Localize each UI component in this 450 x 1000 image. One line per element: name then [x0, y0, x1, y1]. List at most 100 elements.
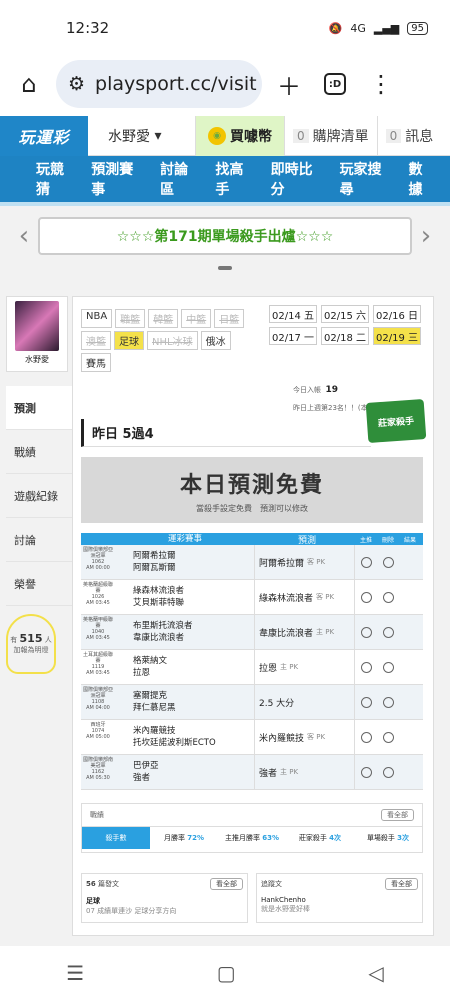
today-value: 19: [325, 385, 338, 395]
table-body: 國際俱樂部亞洲冠軍 1062 AM 00:00 阿爾希拉爾 阿爾瓦斯爾 阿爾希拉爾客 PK…: [81, 545, 423, 790]
post-count: 56: [86, 880, 96, 888]
date-tab[interactable]: 02/14 五: [269, 305, 317, 323]
sidebar-item-honor[interactable]: 榮譽: [6, 562, 72, 606]
see-all-button[interactable]: 看全部: [385, 878, 418, 890]
menu-icon[interactable]: ⋮: [362, 65, 400, 103]
nav-item[interactable]: 找高手: [215, 159, 256, 199]
next-arrow-icon[interactable]: ›: [412, 221, 440, 251]
league-tag[interactable]: 俄冰: [200, 331, 231, 350]
user-menu[interactable]: 水野愛 ▾: [88, 116, 196, 156]
prediction-type: 客 PK: [307, 733, 326, 741]
date-tab[interactable]: 02/18 二: [321, 327, 369, 345]
cart-label: 購牌清單: [312, 128, 369, 145]
prediction-pick: 強者: [259, 768, 278, 779]
prediction-cell[interactable]: 2.5 大分: [255, 685, 355, 719]
prediction-cell[interactable]: 米內羅競技客 PK: [255, 720, 355, 754]
site-settings-icon[interactable]: ⚙: [68, 73, 85, 95]
nav-item[interactable]: 玩競猜: [36, 159, 77, 199]
follow-item[interactable]: HankChenho 就是水野愛好棒: [261, 896, 418, 914]
main-push-radio[interactable]: [360, 626, 372, 638]
mute-icon: 🔕: [328, 21, 343, 35]
back-icon[interactable]: ◁: [368, 961, 383, 985]
league-tag[interactable]: 日籃: [214, 309, 245, 328]
match-teams: 米內羅競技 托坎廷諾波利斯ECTO: [115, 720, 255, 754]
match-teams: 塞爾提克 拜仁慕尼黑: [115, 685, 255, 719]
announcement-banner[interactable]: ☆☆☆第171期單場殺手出爐☆☆☆: [38, 217, 412, 255]
main-nav: 玩競猜 預測賽事 討論區 找高手 即時比分 玩家搜尋 數據: [0, 156, 450, 206]
sidebar-item-record[interactable]: 戰績: [6, 430, 72, 474]
rate-tab[interactable]: 主推月勝率 63%: [218, 833, 286, 843]
main-push-radio[interactable]: [360, 766, 372, 778]
rate-tab[interactable]: 單場殺手 3次: [354, 833, 422, 843]
recent-apps-icon[interactable]: ☰: [66, 961, 84, 985]
league-tag[interactable]: NHL冰球: [147, 331, 198, 350]
prediction-type: 主 PK: [316, 628, 335, 636]
home-button-icon[interactable]: ▢: [217, 961, 236, 985]
sidebar-item-predict[interactable]: 預測: [6, 386, 72, 430]
see-all-button[interactable]: 看全部: [210, 878, 243, 890]
main-push-radio[interactable]: [360, 696, 372, 708]
home-team: 格萊納文: [133, 656, 168, 666]
nav-item[interactable]: 預測賽事: [91, 159, 146, 199]
nav-item[interactable]: 討論區: [160, 159, 201, 199]
avatar: [15, 301, 59, 351]
delete-radio[interactable]: [382, 556, 394, 568]
sidebar-item-discuss[interactable]: 討論: [6, 518, 72, 562]
league-tag[interactable]: 中籃: [181, 309, 212, 328]
buy-coin-button[interactable]: ◉ 買噱幣: [196, 116, 284, 156]
main-push-radio[interactable]: [360, 591, 372, 603]
league-tag[interactable]: 職籃: [115, 309, 146, 328]
league-tag[interactable]: 澳籃: [81, 331, 111, 350]
delete-radio[interactable]: [382, 591, 394, 603]
nav-item[interactable]: 數據: [409, 159, 436, 199]
prediction-cell[interactable]: 強者主 PK: [255, 755, 355, 789]
bulb-box[interactable]: 有 515 人 加報為明燈: [6, 614, 56, 674]
main-push-radio[interactable]: [360, 556, 372, 568]
cart-count: 0: [293, 128, 309, 143]
prediction-cell[interactable]: 拉恩主 PK: [255, 650, 355, 684]
main-push-radio[interactable]: [360, 661, 372, 673]
see-all-button[interactable]: 看全部: [381, 809, 414, 821]
prediction-cell[interactable]: 阿爾希拉爾客 PK: [255, 545, 355, 579]
url-bar[interactable]: ⚙ playsport.cc/visit: [56, 60, 262, 108]
rate-tab[interactable]: 莊家殺手 4次: [286, 833, 354, 843]
record-header: 戰績 看全部: [82, 804, 422, 826]
table-row: 國際俱樂部亞洲冠軍 1062 AM 00:00 阿爾希拉爾 阿爾瓦斯爾 阿爾希拉爾客 PK: [81, 545, 423, 580]
bulb-text: 加報為明燈: [13, 645, 49, 654]
delete-radio[interactable]: [382, 696, 394, 708]
prev-arrow-icon[interactable]: ‹: [10, 221, 38, 251]
avatar-card[interactable]: 水野愛: [6, 296, 68, 372]
home-icon[interactable]: ⌂: [10, 65, 48, 103]
site-logo[interactable]: 玩運彩: [0, 116, 88, 156]
away-team: 韋康比流浪者: [133, 633, 185, 643]
sidebar-item-game-log[interactable]: 遊戲紀錄: [6, 474, 72, 518]
delete-radio[interactable]: [382, 766, 394, 778]
new-tab-icon[interactable]: ＋: [270, 65, 308, 103]
rate-tab[interactable]: 月勝率 72%: [150, 833, 218, 843]
league-tag[interactable]: NBA: [81, 309, 113, 328]
prediction-cell[interactable]: 韋康比流浪者主 PK: [255, 615, 355, 649]
main-push-radio[interactable]: [360, 731, 372, 743]
message-link[interactable]: 0 訊息: [376, 116, 442, 156]
prediction-cell[interactable]: 綠森林流浪者客 PK: [255, 580, 355, 614]
killer-badge: 莊家殺手: [365, 399, 427, 443]
date-tab[interactable]: 02/15 六: [321, 305, 369, 323]
rate-tab[interactable]: 殺手數: [82, 826, 150, 849]
post-item[interactable]: 足球 07 成績單連沙 足球分享方向: [86, 896, 243, 916]
league-tag[interactable]: 韓籃: [148, 309, 179, 328]
delete-radio[interactable]: [382, 661, 394, 673]
cart-link[interactable]: 0 購牌清單: [284, 116, 377, 156]
league-tag[interactable]: 足球: [114, 331, 144, 350]
match-info: 英格蘭超級聯賽 1026 AM 03:45: [83, 582, 114, 606]
tab-switcher-button[interactable]: :D: [316, 65, 354, 103]
nav-item[interactable]: 玩家搜尋: [340, 159, 395, 199]
prediction-table: 運彩賽事 預測 主推 刪除 結果 國際俱樂部亞洲冠軍 1062 AM 00:00 阿爾…: [81, 533, 423, 790]
league-tag[interactable]: 賽馬: [81, 353, 111, 372]
delete-radio[interactable]: [382, 626, 394, 638]
home-team: 阿爾希拉爾: [133, 551, 176, 561]
nav-item[interactable]: 即時比分: [271, 159, 326, 199]
delete-radio[interactable]: [382, 731, 394, 743]
date-tab[interactable]: 02/17 一: [269, 327, 317, 345]
date-tab[interactable]: 02/19 三: [373, 327, 421, 345]
date-tab[interactable]: 02/16 日: [373, 305, 421, 323]
